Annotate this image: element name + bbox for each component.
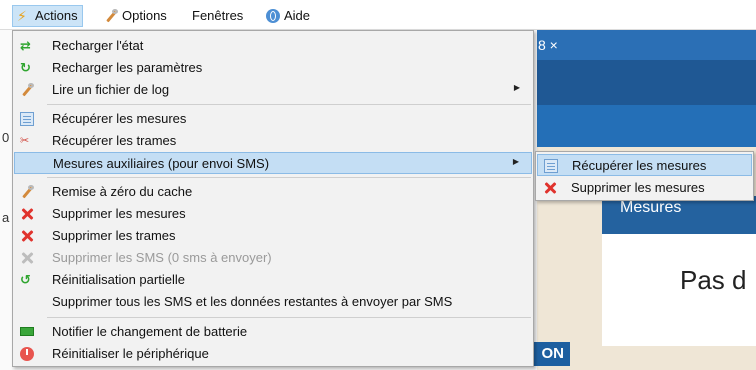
document-icon [544,159,558,173]
globe-help-icon [266,9,280,23]
menu-bar: ⚡ Actions Options Fenêtres Aide [0,0,756,30]
menu-actions[interactable]: ⚡ Actions [12,5,83,27]
document-icon [20,112,34,126]
menu-item-label: Remise à zéro du cache [52,184,193,199]
menu-fenetres[interactable]: Fenêtres [188,6,247,26]
reload-settings-icon: ↻ [20,60,31,75]
menu-item-label: Recharger l'état [52,38,144,53]
background-subheader [537,105,756,147]
menu-item-read-log[interactable]: Lire un fichier de log ▶ [14,79,532,101]
menu-options[interactable]: Options [100,6,171,26]
menu-item-reload-settings[interactable]: ↻ Recharger les paramètres [14,57,532,79]
menu-actions-label: Actions [35,8,78,23]
submenu-arrow-icon: ▶ [512,157,519,166]
menu-item-delete-frames[interactable]: Supprimer les trames [14,225,532,247]
menu-item-get-measures[interactable]: Récupérer les mesures [14,108,532,130]
actions-dropdown-menu: ⇄ Recharger l'état ↻ Recharger les param… [12,30,534,367]
menu-item-label: Supprimer tous les SMS et les données re… [52,294,453,309]
menu-item-label: Récupérer les trames [52,133,177,148]
menu-item-delete-all-sms[interactable]: Supprimer tous les SMS et les données re… [14,291,532,313]
measures-card-title: Mesures [620,199,682,216]
menu-item-label: Recharger les paramètres [52,60,203,75]
frames-icon: ✂ [20,135,30,147]
menu-item-label: Supprimer les mesures [52,206,186,221]
submenu-item-delete-measures[interactable]: Supprimer les mesures [537,177,752,199]
menu-options-label: Options [122,8,167,23]
menu-item-reset-device[interactable]: Réinitialiser le périphérique [14,343,532,365]
green-arrow-icon: ↺ [20,272,31,287]
lightning-icon: ⚡ [17,8,27,24]
battery-icon [20,327,34,336]
background-tab-close[interactable]: 8 × [538,37,558,53]
measures-card-text: Pas d [680,265,747,295]
delete-icon [20,251,34,265]
delete-icon [20,207,34,221]
menu-item-label: Récupérer les mesures [52,111,187,126]
background-left-panel: 0 a [0,30,12,370]
menu-item-delete-sms: Supprimer les SMS (0 sms à envoyer) [14,247,532,269]
menu-item-label: Réinitialisation partielle [52,272,185,287]
aux-measures-submenu: Récupérer les mesures Supprimer les mesu… [535,151,754,201]
menu-item-reset-cache[interactable]: Remise à zéro du cache [14,181,532,203]
menu-item-label: Mesures auxiliaires (pour envoi SMS) [53,156,270,171]
menu-item-reload-state[interactable]: ⇄ Recharger l'état [14,35,532,57]
menu-item-get-frames[interactable]: ✂ Récupérer les trames [14,130,532,152]
menu-item-label: Réinitialiser le périphérique [52,346,209,361]
menu-item-delete-measures[interactable]: Supprimer les mesures [14,203,532,225]
reload-state-icon: ⇄ [20,38,31,53]
submenu-item-get-measures[interactable]: Récupérer les mesures [537,154,752,176]
menu-fenetres-label: Fenêtres [192,8,244,23]
menu-item-label: Notifier le changement de batterie [52,324,248,339]
background-left-text: a [2,210,10,225]
menu-aide-label: Aide [284,8,311,23]
menu-aide[interactable]: Aide [262,6,314,26]
menu-separator [47,317,531,318]
power-icon [20,347,34,361]
menu-item-label: Lire un fichier de log [52,82,170,97]
wrench-icon [20,185,34,199]
background-left-text: 0 [2,130,10,145]
background-tab-strip [537,30,756,60]
submenu-arrow-icon: ▶ [513,83,520,92]
wrench-icon [20,83,34,97]
menu-separator [47,104,531,105]
background-header [537,60,756,105]
menu-item-aux-measures[interactable]: Mesures auxiliaires (pour envoi SMS) ▶ [14,152,532,174]
wrench-icon [104,9,118,23]
delete-icon [543,181,557,195]
menu-separator [47,177,531,178]
submenu-item-label: Récupérer les mesures [572,158,707,173]
submenu-item-label: Supprimer les mesures [571,180,705,195]
menu-item-notify-battery[interactable]: Notifier le changement de batterie [14,321,532,343]
menu-item-partial-reset[interactable]: ↺ Réinitialisation partielle [14,269,532,291]
delete-icon [20,229,34,243]
menu-item-label: Supprimer les trames [52,228,176,243]
menu-item-label: Supprimer les SMS (0 sms à envoyer) [52,250,272,265]
